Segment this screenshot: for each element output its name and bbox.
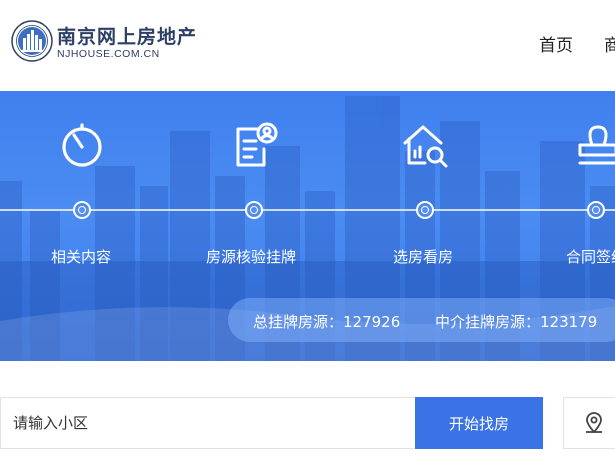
step-label-related[interactable]: 相关内容 [51,246,111,267]
map-search-button[interactable] [563,397,615,449]
stamp-icon [578,125,615,165]
logo-domain: NJHOUSE.COM.CN [57,48,160,60]
step-label-listing[interactable]: 房源核验挂牌 [206,246,296,267]
logo-title[interactable]: 南京网上房地产 [57,22,197,49]
map-pin-icon [586,412,602,433]
timeline-dot [245,201,263,219]
search-button[interactable]: 开始找房 [415,397,543,449]
progress-timeline [0,209,615,211]
step-label-viewing[interactable]: 选房看房 [393,246,453,267]
timeline-dot [73,201,91,219]
timeline-dot [587,201,605,219]
document-user-icon [236,122,278,167]
timer-icon [62,123,102,167]
house-search-icon [403,125,448,168]
hero-banner: 相关内容 房源核验挂牌 选房看房 合同签约 总挂牌房源：127926 中介挂牌房… [0,91,615,361]
community-search-input[interactable] [0,397,415,449]
logo-emblem-icon[interactable] [11,20,53,62]
site-header: 南京网上房地产 NJHOUSE.COM.CN 首页 商 [0,0,615,91]
step-label-contract[interactable]: 合同签约 [566,246,615,267]
page: 南京网上房地产 NJHOUSE.COM.CN 首页 商 相关内容 房源核验挂牌 … [0,0,615,461]
nav-item-home[interactable]: 首页 [539,31,573,56]
timeline-dot [416,201,434,219]
total-listings-stat: 总挂牌房源：127926 [253,313,401,331]
nav-item-next[interactable]: 商 [604,31,615,56]
agency-listings-stat: 中介挂牌房源：123179 [435,313,598,331]
